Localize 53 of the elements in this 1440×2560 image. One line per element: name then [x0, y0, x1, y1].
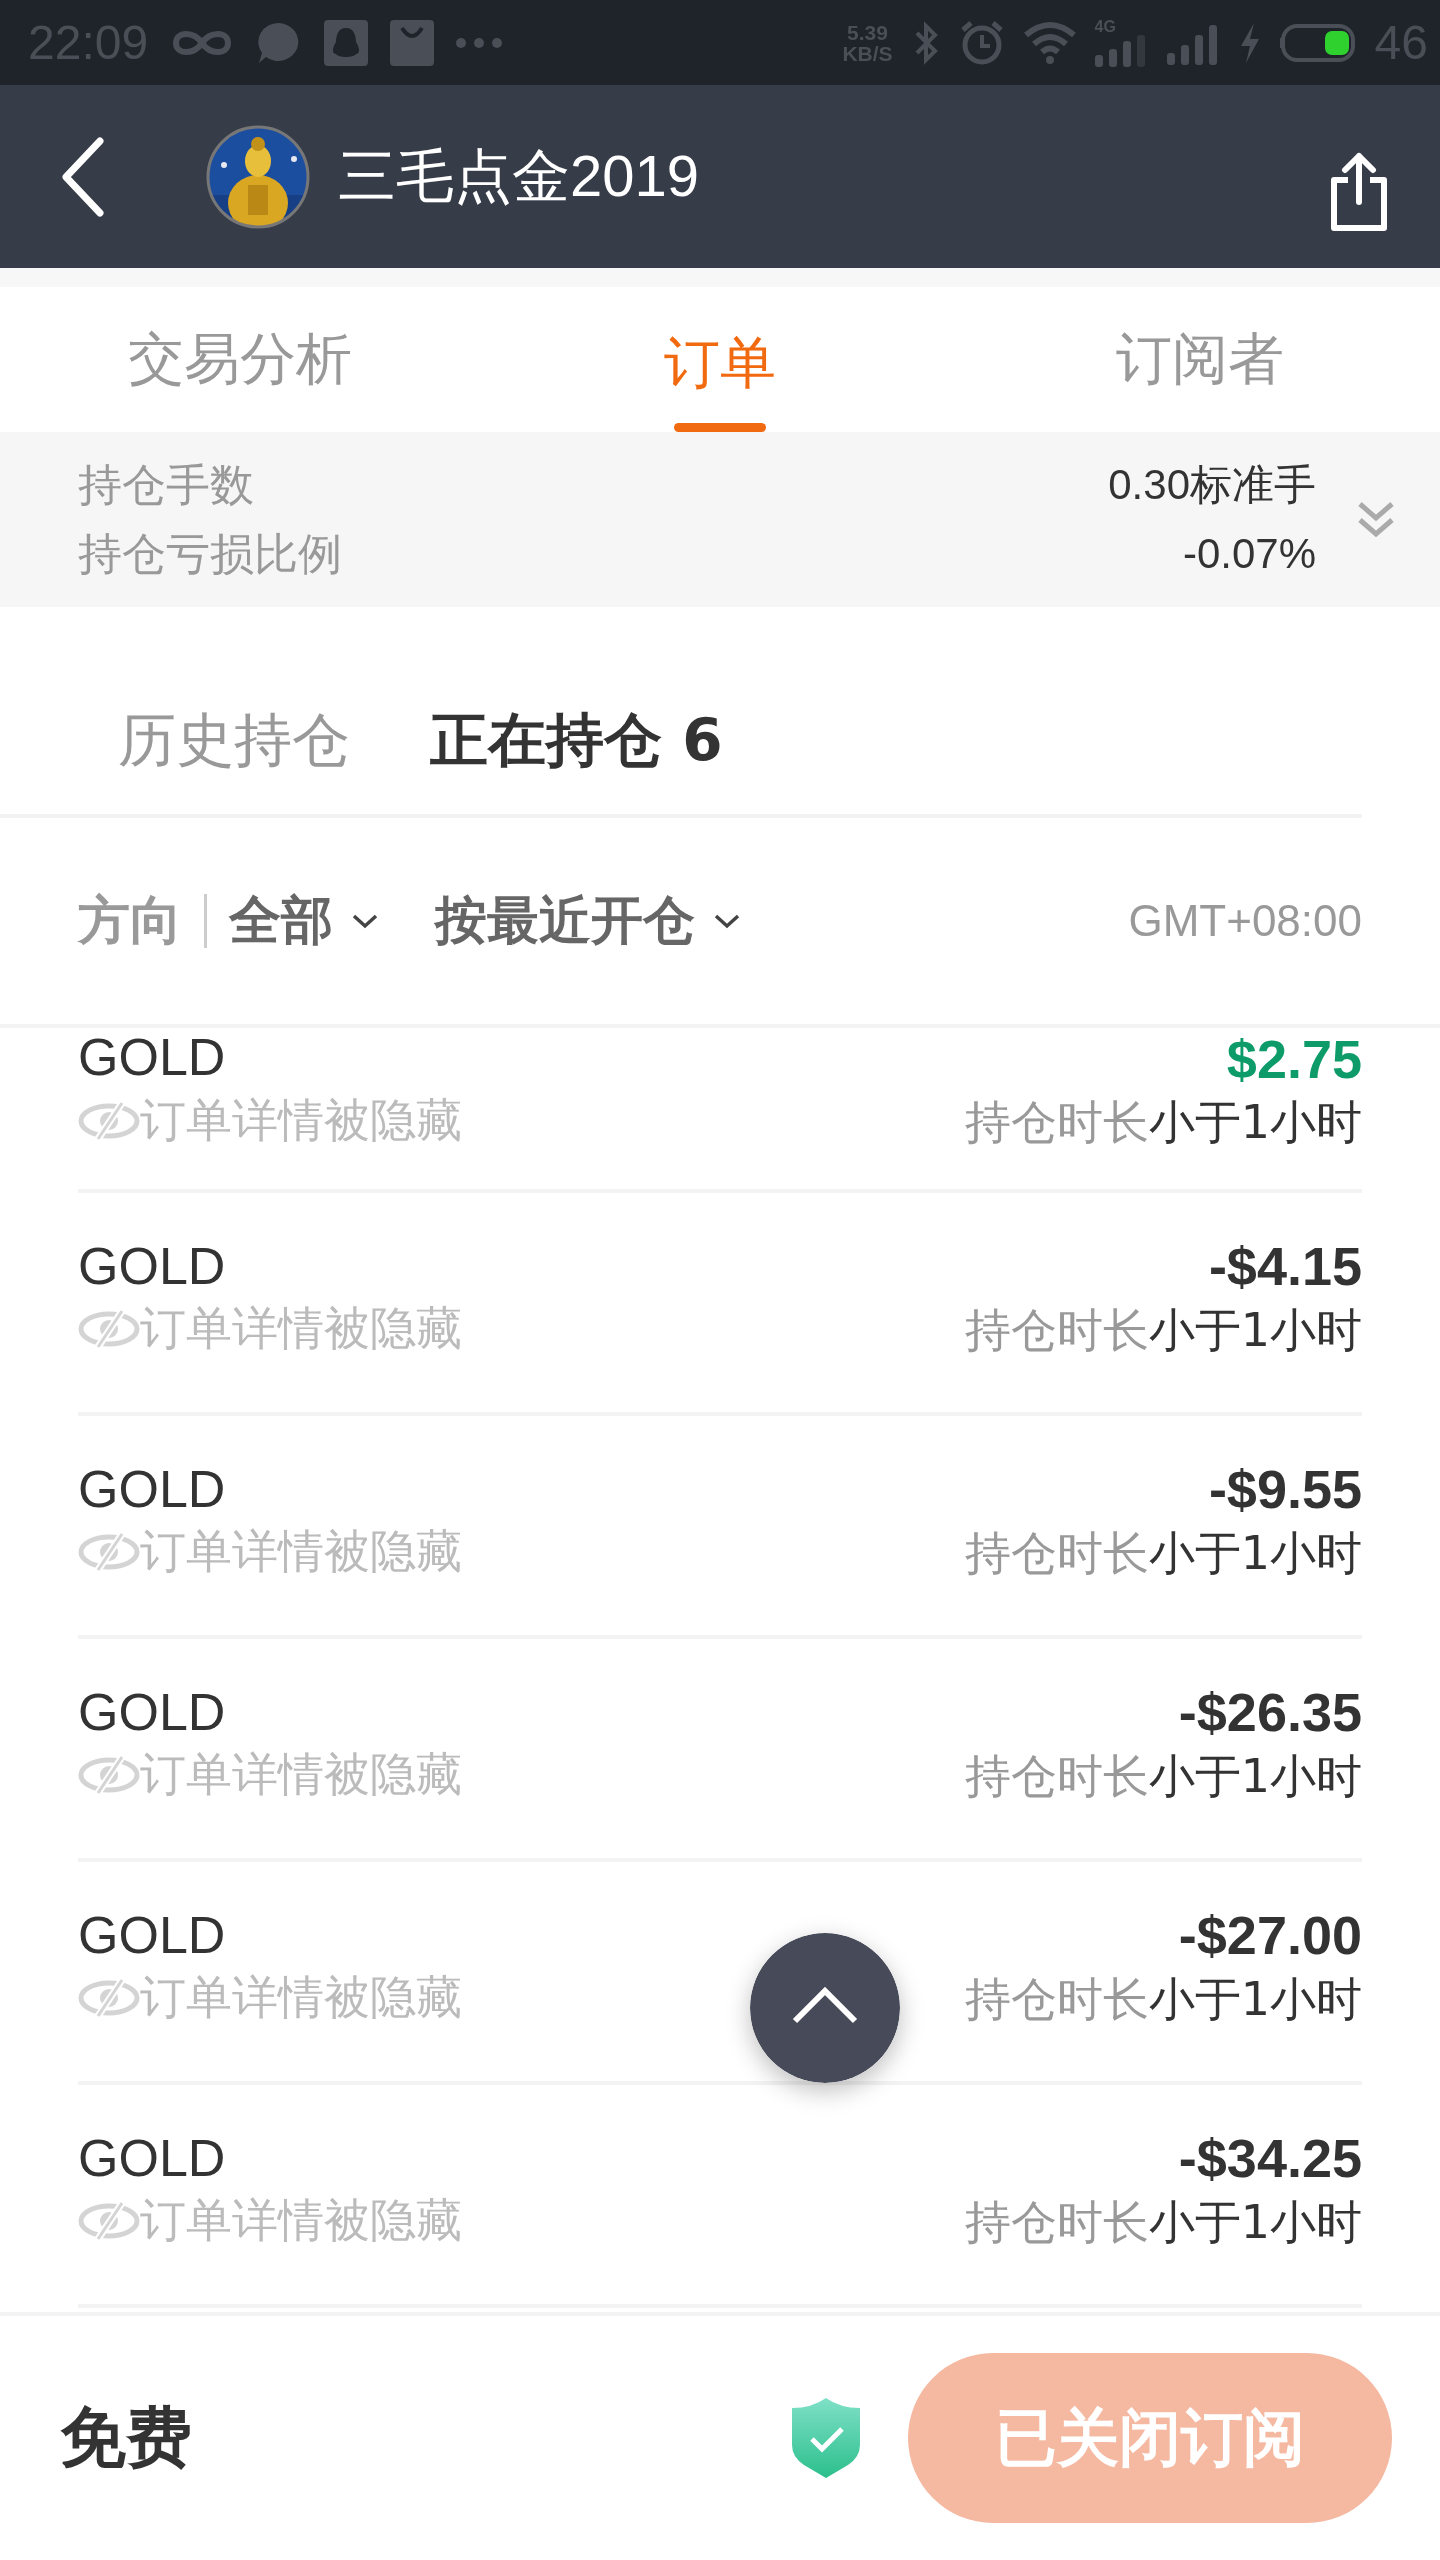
duration-label: 持仓时长 — [964, 1747, 1149, 1805]
duration-value: 小于1小时 — [1148, 2193, 1362, 2251]
tab[interactable]: 交易分析 — [0, 287, 480, 432]
order-symbol: GOLD — [78, 1028, 227, 1088]
direction-dropdown[interactable]: 全部 — [229, 886, 379, 956]
duration-value: 小于1小时 — [1148, 1970, 1362, 2028]
profit-value: -$26.35 — [1178, 1681, 1362, 1744]
summary-value: -0.07% — [1182, 530, 1316, 578]
profit-value: -$27.00 — [1178, 1904, 1362, 1967]
tab[interactable]: 订阅者 — [960, 287, 1440, 432]
profit-value: -$4.15 — [1208, 1235, 1362, 1298]
duration-value: 小于1小时 — [1148, 1094, 1362, 1152]
order-symbol: GOLD — [78, 1236, 227, 1297]
hidden-notice: 订单详情被隐藏 — [140, 1523, 462, 1581]
duration-label: 持仓时长 — [964, 1094, 1149, 1152]
duration-label: 持仓时长 — [964, 1524, 1149, 1582]
scroll-to-top-button[interactable] — [750, 1933, 900, 2083]
hidden-notice: 订单详情被隐藏 — [140, 1969, 462, 2027]
summary-value: 0.30标准手 — [1108, 460, 1316, 510]
page-title: 三毛点金2019 — [338, 141, 700, 210]
penguin-icon — [324, 19, 369, 66]
hidden-notice: 订单详情被隐藏 — [140, 1091, 462, 1149]
filter-label: 方向 — [78, 889, 182, 952]
tab[interactable]: 正在持仓 6 — [430, 701, 723, 780]
tab[interactable]: 历史持仓 — [118, 701, 350, 780]
charging-bolt-icon — [1238, 22, 1261, 63]
order-symbol: GOLD — [78, 1682, 227, 1743]
hidden-notice: 订单详情被隐藏 — [140, 1746, 462, 1804]
tab[interactable]: 订单 — [480, 287, 960, 432]
duration-label: 持仓时长 — [964, 1301, 1149, 1359]
hidden-notice: 订单详情被隐藏 — [140, 2192, 462, 2250]
sort-dropdown[interactable]: 按最近开仓 — [435, 886, 741, 956]
shield-check-icon — [790, 2397, 862, 2479]
summary-label: 持仓手数 — [78, 457, 254, 512]
duration-value: 小于1小时 — [1148, 1524, 1362, 1582]
duration-label: 持仓时长 — [964, 2193, 1149, 2251]
duration-value: 小于1小时 — [1148, 1301, 1362, 1359]
order-symbol: GOLD — [78, 2128, 227, 2189]
price-label: 免费 — [60, 2398, 192, 2478]
bag-icon — [390, 19, 435, 66]
more-icon — [456, 37, 503, 48]
order-symbol: GOLD — [78, 1905, 227, 1966]
profit-value: -$34.25 — [1178, 2127, 1362, 2190]
order-symbol: GOLD — [78, 1459, 227, 1520]
duration-value: 小于1小时 — [1148, 1747, 1362, 1805]
profit-value: $2.75 — [1226, 1028, 1362, 1091]
timezone-label: GMT+08:00 — [1128, 896, 1362, 946]
hidden-notice: 订单详情被隐藏 — [140, 1300, 462, 1358]
battery-icon — [1278, 22, 1357, 63]
summary-label: 持仓亏损比例 — [78, 526, 342, 581]
profit-value: -$9.55 — [1208, 1458, 1362, 1521]
wifi-icon — [1022, 20, 1077, 65]
duration-label: 持仓时长 — [964, 1970, 1149, 2028]
